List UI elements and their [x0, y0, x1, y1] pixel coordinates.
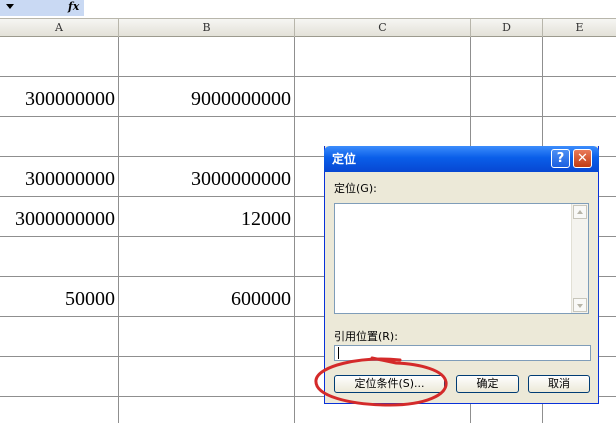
gridline [118, 37, 119, 423]
cell-b5[interactable]: 12000 [241, 207, 291, 231]
dialog-titlebar[interactable]: 定位 ? ✕ [324, 146, 599, 172]
gridline [0, 76, 616, 77]
chevron-down-icon[interactable] [6, 4, 14, 9]
cell-a7[interactable]: 50000 [65, 287, 115, 311]
goto-listbox[interactable] [334, 203, 589, 314]
column-header-a[interactable]: A [0, 19, 119, 37]
gridline [0, 116, 616, 117]
reference-label: 引用位置(R): [334, 330, 398, 343]
ok-button[interactable]: 确定 [456, 375, 519, 393]
arrow-up-icon [577, 210, 583, 214]
close-button[interactable]: ✕ [573, 149, 592, 168]
column-header-d[interactable]: D [471, 19, 543, 37]
cell-a4[interactable]: 300000000 [25, 167, 115, 191]
scroll-down-button[interactable] [573, 298, 587, 312]
cell-b7[interactable]: 600000 [231, 287, 291, 311]
goto-label: 定位(G): [334, 182, 377, 195]
special-button[interactable]: 定位条件(S)... [334, 375, 445, 393]
column-header-e[interactable]: E [543, 19, 616, 37]
text-caret [338, 347, 339, 359]
scrollbar[interactable] [571, 204, 588, 313]
dialog-title: 定位 [332, 152, 357, 166]
function-icon[interactable]: fx [68, 0, 79, 13]
column-header-c[interactable]: C [295, 19, 471, 37]
reference-input[interactable] [334, 345, 591, 361]
scroll-up-button[interactable] [573, 205, 587, 219]
name-box[interactable]: fx [0, 0, 84, 16]
formula-bar: fx [0, 0, 616, 16]
goto-dialog: 定位 ? ✕ 定位(G): 引用位置(R): 定位条件(S)... 确定 取消 [324, 146, 599, 404]
cell-a5[interactable]: 3000000000 [15, 207, 115, 231]
cell-b4[interactable]: 3000000000 [191, 167, 291, 191]
gridline [294, 37, 295, 423]
column-header: A B C D E [0, 18, 616, 37]
column-header-b[interactable]: B [119, 19, 295, 37]
arrow-down-icon [577, 304, 583, 308]
cell-b2[interactable]: 9000000000 [191, 87, 291, 111]
cell-a2[interactable]: 300000000 [25, 87, 115, 111]
help-button[interactable]: ? [551, 149, 570, 168]
cancel-button[interactable]: 取消 [528, 375, 590, 393]
